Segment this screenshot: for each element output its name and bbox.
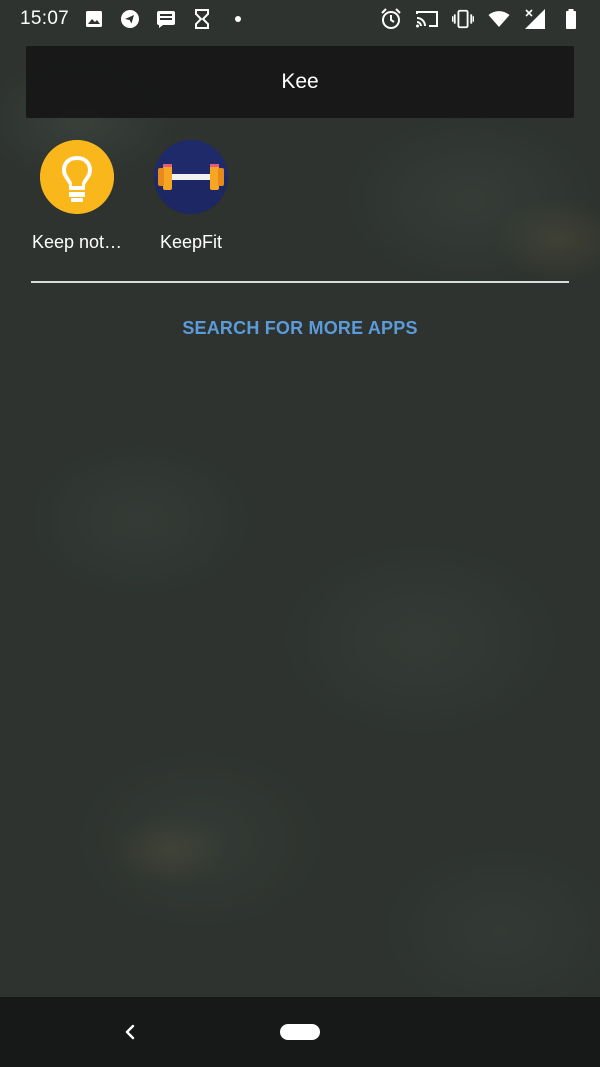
search-query-text[interactable]: Kee — [281, 70, 318, 94]
telegram-icon — [119, 8, 141, 30]
search-more-apps-button[interactable]: SEARCH FOR MORE APPS — [0, 318, 600, 339]
image-icon — [83, 8, 105, 30]
status-left: 15:07 — [20, 8, 249, 30]
navigation-bar — [0, 997, 600, 1067]
notification-dot-icon — [227, 8, 249, 30]
alarm-icon — [380, 8, 402, 30]
hourglass-icon — [191, 8, 213, 30]
keepfit-icon[interactable] — [154, 140, 228, 214]
app-keepfit[interactable]: KeepFit — [139, 140, 243, 253]
status-time: 15:07 — [20, 8, 70, 29]
wifi-icon — [488, 8, 510, 30]
back-icon[interactable] — [118, 1017, 142, 1047]
keep-notes-icon[interactable] — [40, 140, 114, 214]
battery-icon — [560, 8, 582, 30]
app-search-bar[interactable]: Kee — [26, 46, 574, 118]
status-right — [380, 8, 582, 30]
app-results: Keep not… KeepFit — [25, 140, 243, 253]
app-label-keep-notes[interactable]: Keep not… — [32, 232, 122, 253]
vibrate-icon — [452, 8, 474, 30]
home-pill-icon[interactable] — [280, 1024, 320, 1040]
messages-icon — [155, 8, 177, 30]
cellular-signal-icon — [524, 8, 546, 30]
status-bar: 15:07 — [0, 0, 600, 38]
app-label-keepfit[interactable]: KeepFit — [160, 232, 222, 253]
results-divider — [31, 281, 569, 283]
cast-icon — [416, 8, 438, 30]
app-keep-notes[interactable]: Keep not… — [25, 140, 129, 253]
